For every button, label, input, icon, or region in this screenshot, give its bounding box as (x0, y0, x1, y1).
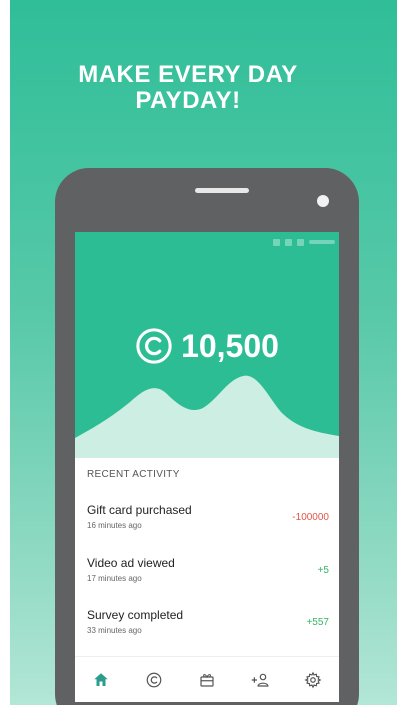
phone-speaker (195, 188, 249, 193)
bottom-tab-bar (75, 656, 339, 702)
activity-item[interactable]: Survey completed 33 minutes ago +557 (75, 608, 339, 658)
tab-coins[interactable] (136, 662, 172, 698)
tab-home[interactable] (83, 662, 119, 698)
home-icon (94, 673, 109, 686)
coin-icon (146, 672, 162, 688)
signal-icon (273, 238, 280, 246)
battery-icon (297, 238, 304, 246)
tab-settings[interactable] (295, 662, 331, 698)
activity-title: Video ad viewed (87, 556, 175, 570)
promo-headline-line-2: PAYDAY! (135, 87, 241, 114)
activity-title: Gift card purchased (87, 503, 192, 517)
clock-placeholder (309, 240, 335, 244)
balance-chart-graphic (75, 375, 339, 458)
activity-item[interactable]: Gift card purchased 16 minutes ago -1000… (75, 503, 339, 553)
status-bar (273, 237, 335, 247)
app-screen: 10,500 RECENT ACTIVITY Gift card purchas… (75, 232, 339, 702)
balance-header: 10,500 (75, 232, 339, 458)
tab-rewards[interactable] (189, 662, 225, 698)
activity-item[interactable]: Video ad viewed 17 minutes ago +5 (75, 556, 339, 606)
activity-amount: +557 (306, 617, 329, 628)
balance-display: 10,500 (75, 327, 339, 365)
add-user-icon (251, 673, 269, 687)
activity-amount: -100000 (292, 512, 329, 523)
phone-camera (317, 195, 329, 207)
activity-time: 33 minutes ago (87, 626, 142, 635)
gear-icon (304, 671, 322, 689)
recent-activity-list: RECENT ACTIVITY Gift card purchased 16 m… (75, 458, 339, 656)
balance-value: 10,500 (181, 328, 279, 364)
gift-icon (200, 674, 214, 687)
promo-headline: MAKE EVERY DAY PAYDAY! (10, 62, 366, 114)
section-title: RECENT ACTIVITY (87, 469, 180, 480)
tab-invite[interactable] (242, 662, 278, 698)
activity-amount: +5 (317, 565, 329, 576)
promo-headline-line-1: MAKE EVERY DAY (78, 61, 298, 88)
wifi-icon (285, 238, 292, 246)
promo-background: MAKE EVERY DAY PAYDAY! 10,500 RECENT ACT… (10, 0, 397, 705)
activity-title: Survey completed (87, 608, 184, 622)
activity-time: 16 minutes ago (87, 521, 142, 530)
phone-frame: 10,500 RECENT ACTIVITY Gift card purchas… (55, 168, 359, 705)
activity-time: 17 minutes ago (87, 574, 142, 583)
coin-c-icon (136, 328, 172, 364)
